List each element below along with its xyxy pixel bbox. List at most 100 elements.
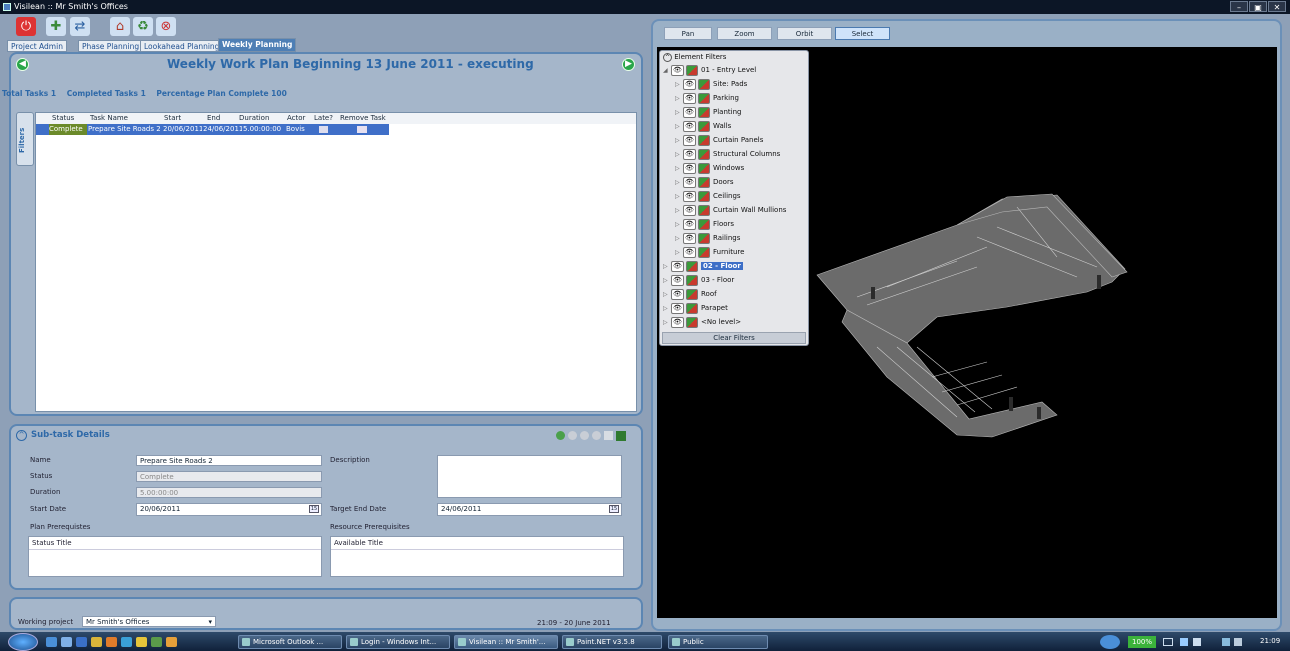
expand-closed-icon[interactable]: ▷ <box>675 134 683 147</box>
element-filters-header[interactable]: ^ Element Filters <box>663 51 726 64</box>
quicklaunch-icon[interactable] <box>136 637 147 647</box>
col-remove-task[interactable]: Remove Task <box>340 113 386 124</box>
accept-icon[interactable] <box>556 431 565 440</box>
color-toggle-icon[interactable] <box>698 92 710 104</box>
maximize-button[interactable]: ▣ <box>1249 1 1267 12</box>
start-button[interactable] <box>8 633 38 651</box>
cancel-icon[interactable] <box>568 431 577 440</box>
add-task-icon[interactable]: ✚ <box>46 17 66 36</box>
col-actor[interactable]: Actor <box>287 113 305 124</box>
filter-level-row[interactable]: ▷ 👁 Parapet <box>663 302 728 315</box>
remove-task-icon[interactable] <box>357 126 367 133</box>
next-week-button[interactable]: ▶ <box>622 58 635 71</box>
expand-closed-icon[interactable]: ▷ <box>675 92 683 105</box>
visibility-eye-icon[interactable]: 👁 <box>683 218 696 230</box>
folder-icon[interactable] <box>91 637 102 647</box>
name-field[interactable]: Prepare Site Roads 2 <box>136 455 322 466</box>
previous-week-button[interactable]: ◀ <box>16 58 29 71</box>
close-button[interactable]: ✕ <box>1268 1 1286 12</box>
color-toggle-icon[interactable] <box>698 218 710 230</box>
color-toggle-icon[interactable] <box>686 302 698 314</box>
visibility-eye-icon[interactable]: 👁 <box>683 176 696 188</box>
minimize-button[interactable]: – <box>1230 1 1248 12</box>
expand-open-icon[interactable]: ◢ <box>663 64 671 77</box>
visibility-eye-icon[interactable]: 👁 <box>683 204 696 216</box>
expand-closed-icon[interactable]: ▷ <box>675 148 683 161</box>
visibility-eye-icon[interactable]: 👁 <box>683 162 696 174</box>
visibility-eye-icon[interactable]: 👁 <box>683 190 696 202</box>
quicklaunch-icon[interactable] <box>151 637 162 647</box>
chrome-icon[interactable] <box>166 637 177 647</box>
col-duration[interactable]: Duration <box>239 113 269 124</box>
visibility-eye-icon[interactable]: 👁 <box>683 120 696 132</box>
filter-level-row[interactable]: ◢ 👁 01 - Entry Level <box>663 64 756 77</box>
expand-closed-icon[interactable]: ▷ <box>675 120 683 133</box>
tray-icon[interactable] <box>1180 638 1188 646</box>
flag-icon[interactable] <box>592 431 601 440</box>
visibility-eye-icon[interactable]: 👁 <box>671 288 684 300</box>
expand-closed-icon[interactable]: ▷ <box>675 78 683 91</box>
expand-closed-icon[interactable]: ▷ <box>663 316 671 329</box>
edit-icon[interactable] <box>604 431 613 440</box>
filter-category-row[interactable]: ▷ 👁 Doors <box>675 176 733 189</box>
color-toggle-icon[interactable] <box>698 78 710 90</box>
star-icon[interactable] <box>580 431 589 440</box>
color-toggle-icon[interactable] <box>686 274 698 286</box>
expand-closed-icon[interactable]: ▷ <box>675 162 683 175</box>
visibility-eye-icon[interactable]: 👁 <box>671 64 684 76</box>
color-toggle-icon[interactable] <box>698 134 710 146</box>
zoom-button[interactable]: Zoom <box>717 27 772 40</box>
taskbar-item-visilean[interactable]: Visilean :: Mr Smith'... <box>454 635 558 649</box>
start-date-picker[interactable]: 20/06/2011 15 <box>136 503 322 516</box>
col-start[interactable]: Start <box>164 113 181 124</box>
visibility-eye-icon[interactable]: 👁 <box>683 92 696 104</box>
network-icon[interactable] <box>1222 638 1230 646</box>
filters-tab[interactable]: Filters <box>16 112 34 166</box>
filter-category-row[interactable]: ▷ 👁 Ceilings <box>675 190 741 203</box>
color-toggle-icon[interactable] <box>686 316 698 328</box>
description-field[interactable] <box>437 455 622 498</box>
color-toggle-icon[interactable] <box>698 232 710 244</box>
filter-category-row[interactable]: ▷ 👁 Windows <box>675 162 744 175</box>
collapse-icon[interactable]: ^ <box>663 52 672 62</box>
color-toggle-icon[interactable] <box>686 260 698 272</box>
color-toggle-icon[interactable] <box>698 162 710 174</box>
quicklaunch-icon[interactable] <box>46 637 57 647</box>
calendar-icon[interactable]: 15 <box>609 505 619 513</box>
visibility-eye-icon[interactable]: 👁 <box>671 302 684 314</box>
filter-category-row[interactable]: ▷ 👁 Site: Pads <box>675 78 747 91</box>
ie-icon[interactable] <box>76 637 87 647</box>
color-toggle-icon[interactable] <box>686 64 698 76</box>
resource-prereq-list[interactable]: Available Title <box>330 536 624 577</box>
recycle-icon[interactable]: ♻ <box>133 17 153 36</box>
media-icon[interactable] <box>106 637 117 647</box>
filter-category-row[interactable]: ▷ 👁 Curtain Wall Mullions <box>675 204 786 217</box>
filter-category-row[interactable]: ▷ 👁 Curtain Panels <box>675 134 763 147</box>
taskbar-item-public[interactable]: Public <box>668 635 768 649</box>
expand-closed-icon[interactable]: ▷ <box>663 288 671 301</box>
expand-closed-icon[interactable]: ▷ <box>675 106 683 119</box>
col-status[interactable]: Status <box>52 113 74 124</box>
link-tasks-icon[interactable]: ⇄ <box>70 17 90 36</box>
home-icon[interactable]: ⌂ <box>110 17 130 36</box>
filter-level-row[interactable]: ▷ 👁 <No level> <box>663 316 741 329</box>
color-toggle-icon[interactable] <box>686 288 698 300</box>
expand-closed-icon[interactable]: ▷ <box>675 218 683 231</box>
quicklaunch-icon[interactable] <box>61 637 72 647</box>
plan-prereq-list[interactable]: Status Title <box>28 536 322 577</box>
taskbar-item-outlook[interactable]: Microsoft Outlook ... <box>238 635 342 649</box>
delete-icon[interactable]: ⊗ <box>156 17 176 36</box>
visibility-eye-icon[interactable]: 👁 <box>671 274 684 286</box>
quicklaunch-icon[interactable] <box>121 637 132 647</box>
visibility-eye-icon[interactable]: 👁 <box>683 148 696 160</box>
select-button[interactable]: Select <box>835 27 890 40</box>
filter-category-row[interactable]: ▷ 👁 Walls <box>675 120 731 133</box>
expand-closed-icon[interactable]: ▷ <box>675 176 683 189</box>
filter-level-row[interactable]: ▷ 👁 02 - Floor <box>663 260 743 273</box>
expand-closed-icon[interactable]: ▷ <box>675 204 683 217</box>
expand-closed-icon[interactable]: ▷ <box>675 246 683 259</box>
visibility-eye-icon[interactable]: 👁 <box>671 316 684 328</box>
color-toggle-icon[interactable] <box>698 176 710 188</box>
tab-weekly-planning[interactable]: Weekly Planning <box>218 38 297 52</box>
visibility-eye-icon[interactable]: 👁 <box>683 106 696 118</box>
